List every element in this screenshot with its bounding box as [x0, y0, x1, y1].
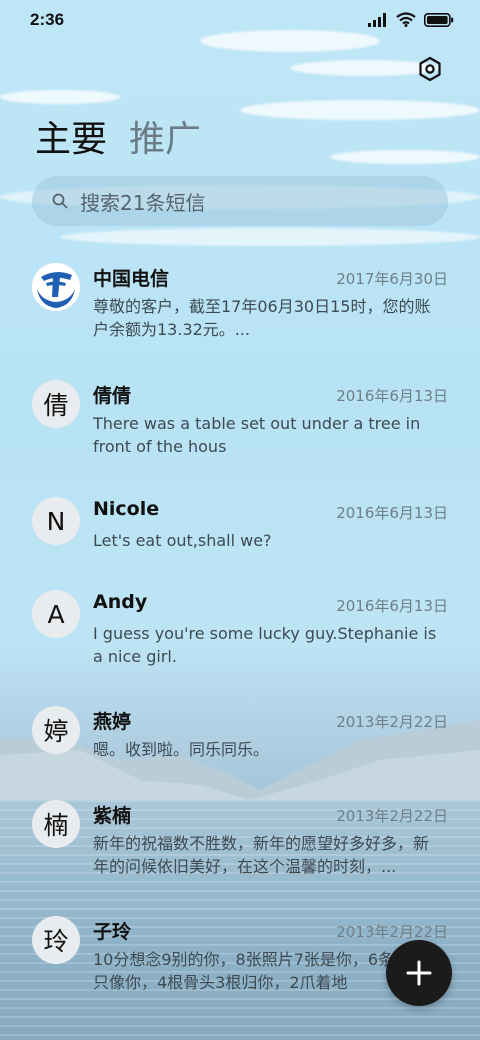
plus-icon	[406, 960, 432, 986]
message-date: 2013年2月22日	[336, 923, 448, 941]
avatar: 倩	[32, 380, 80, 428]
conversation-item[interactable]: 婷 燕婷 2013年2月22日 嗯。收到啦。同乐同乐。	[0, 701, 480, 801]
status-bar: 2:36	[0, 0, 480, 40]
avatar: A	[32, 590, 80, 638]
conversation-item[interactable]: A Andy 2016年6月13日 I guess you're some lu…	[0, 585, 480, 685]
conversation-item[interactable]: N Nicole 2016年6月13日 Let's eat out,shall …	[0, 492, 480, 592]
contact-name: 中国电信	[93, 268, 170, 290]
conversation-item[interactable]: 楠 紫楠 2013年2月22日 新年的祝福数不胜数，新年的愿望好多好多，新年的问…	[0, 795, 480, 895]
message-date: 2016年6月13日	[336, 597, 448, 615]
contact-name: Nicole	[93, 498, 160, 520]
compose-button[interactable]	[386, 940, 452, 1006]
signal-icon	[368, 12, 386, 27]
message-date: 2013年2月22日	[336, 713, 448, 731]
message-date: 2016年6月13日	[336, 504, 448, 522]
settings-button[interactable]	[417, 56, 443, 82]
conversation-item[interactable]: 中国电信 2017年6月30日 尊敬的客户，截至17年06月30日15时，您的账…	[0, 258, 480, 358]
contact-name: 紫楠	[93, 805, 132, 827]
message-date: 2016年6月13日	[336, 387, 448, 405]
china-telecom-logo	[32, 263, 80, 311]
search-placeholder: 搜索21条短信	[80, 190, 206, 215]
wifi-icon	[396, 12, 416, 27]
message-preview: I guess you're some lucky guy.Stephanie …	[93, 624, 437, 666]
contact-name: 燕婷	[93, 711, 132, 733]
search-input[interactable]: 搜索21条短信	[32, 176, 448, 226]
message-preview: 嗯。收到啦。同乐同乐。	[93, 740, 270, 759]
status-time: 2:36	[30, 10, 65, 29]
search-icon	[52, 193, 68, 209]
avatar: 玲	[32, 916, 80, 964]
battery-icon	[424, 12, 454, 27]
tab-primary[interactable]: 主要	[35, 110, 107, 162]
avatar: 楠	[32, 800, 80, 848]
settings-icon	[419, 56, 441, 82]
message-preview: 新年的祝福数不胜数，新年的愿望好多好多，新年的问候依旧美好，在这个温馨的时刻，.…	[93, 834, 430, 876]
conversation-item[interactable]: 倩 倩倩 2016年6月13日 There was a table set ou…	[0, 375, 480, 475]
contact-name: Andy	[93, 591, 148, 613]
message-date: 2017年6月30日	[336, 270, 448, 288]
message-preview: There was a table set out under a tree i…	[93, 414, 421, 456]
message-preview: 尊敬的客户，截至17年06月30日15时，您的账户余额为13.32元。...	[93, 297, 431, 339]
contact-name: 倩倩	[93, 385, 132, 407]
tab-bar: 主要 推广	[35, 110, 201, 162]
avatar: 婷	[32, 706, 80, 754]
message-preview: Let's eat out,shall we?	[93, 531, 272, 550]
tab-promotions[interactable]: 推广	[129, 110, 201, 162]
contact-name: 子玲	[93, 921, 132, 943]
avatar: N	[32, 497, 80, 545]
avatar	[32, 263, 80, 311]
message-date: 2013年2月22日	[336, 807, 448, 825]
